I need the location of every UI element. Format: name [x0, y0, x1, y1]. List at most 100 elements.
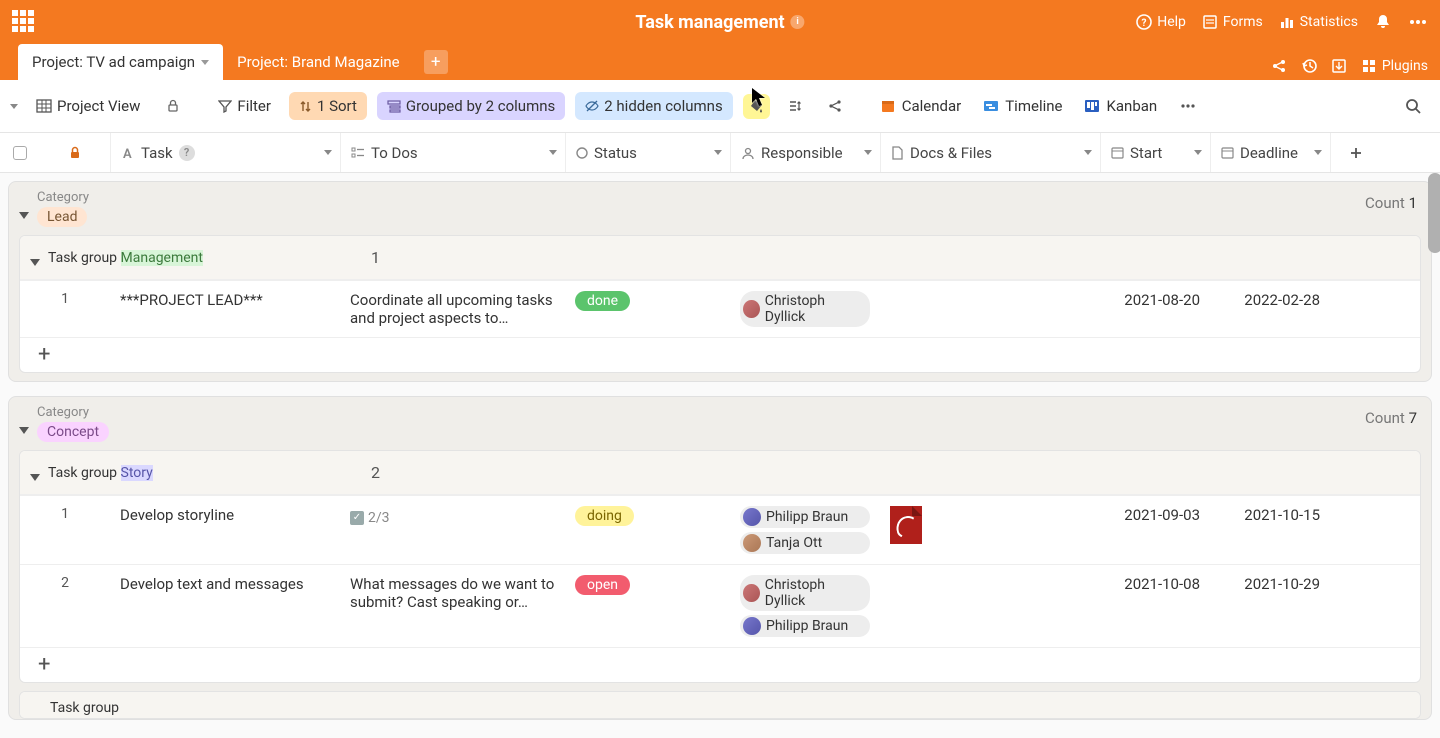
collapse-icon[interactable]: [19, 427, 29, 434]
plugins-icon: [1361, 58, 1377, 74]
table-row[interactable]: 1 ***PROJECT LEAD*** Coordinate all upco…: [20, 280, 1420, 337]
group-header-lead[interactable]: Category Lead Count 1: [9, 182, 1431, 235]
text-icon: A: [121, 146, 135, 160]
cell-start[interactable]: 2021-08-20: [1100, 287, 1210, 313]
cell-responsible[interactable]: Christoph Dyllick: [730, 287, 880, 331]
cell-todo[interactable]: ✓2/3: [340, 502, 565, 530]
subgroup-header-management[interactable]: Task group Management 1: [20, 236, 1420, 280]
cell-task[interactable]: Develop text and messages: [110, 571, 340, 597]
column-responsible[interactable]: Responsible: [730, 133, 880, 172]
collapse-icon[interactable]: [19, 212, 29, 219]
cell-docs[interactable]: [880, 571, 1100, 579]
share-view-button[interactable]: [820, 95, 850, 117]
more-icon[interactable]: [1408, 13, 1428, 31]
group-header-concept[interactable]: Category Concept Count 7: [9, 397, 1431, 450]
info-icon[interactable]: i: [791, 15, 805, 29]
search-button[interactable]: [1396, 93, 1430, 119]
cell-task[interactable]: ***PROJECT LEAD***: [110, 287, 340, 313]
forms-link[interactable]: Forms: [1202, 14, 1263, 30]
cell-deadline[interactable]: 2022-02-28: [1210, 287, 1330, 313]
statistics-link[interactable]: Statistics: [1279, 14, 1358, 30]
category-chip-concept: Concept: [37, 422, 109, 442]
share-icon[interactable]: [1271, 58, 1287, 74]
sort-pill[interactable]: 1 Sort: [289, 92, 367, 120]
subgroup-header-partial[interactable]: Task group: [20, 692, 1420, 718]
filter-button[interactable]: Filter: [210, 93, 279, 119]
statistics-icon: [1279, 14, 1295, 30]
subgroup-header-story[interactable]: Task group Story 2: [20, 451, 1420, 495]
help-link[interactable]: ? Help: [1136, 14, 1186, 30]
avatar: [743, 584, 760, 602]
collapse-icon[interactable]: [30, 474, 40, 481]
lock-column-icon[interactable]: [40, 146, 110, 160]
notifications-icon[interactable]: [1374, 13, 1392, 31]
add-row-button[interactable]: +: [20, 647, 1420, 682]
category-label: Category: [37, 405, 109, 420]
person-chip: Philipp Braun: [740, 615, 870, 637]
file-icon: [891, 146, 904, 160]
cell-start[interactable]: 2021-09-03: [1100, 502, 1210, 528]
avatar: [743, 300, 760, 318]
project-view-button[interactable]: Project View: [28, 93, 148, 119]
person-chip: Tanja Ott: [740, 532, 870, 554]
subgroup-count: 2: [371, 463, 380, 482]
calendar-view-link[interactable]: Calendar: [880, 97, 962, 115]
group-count: Count 1: [1365, 194, 1417, 212]
subgroup-count: 1: [371, 248, 380, 267]
cell-status[interactable]: done: [565, 287, 730, 315]
scrollbar-thumb[interactable]: [1428, 173, 1440, 253]
cell-status[interactable]: open: [565, 571, 730, 599]
tab-project-tv-ad[interactable]: Project: TV ad campaign: [18, 44, 223, 80]
chevron-down-icon: [714, 150, 722, 155]
paint-bucket-button[interactable]: [743, 94, 770, 119]
add-column-button[interactable]: [1330, 133, 1380, 172]
avatar: [743, 534, 761, 552]
cell-deadline[interactable]: 2021-10-29: [1210, 571, 1330, 597]
kanban-view-link[interactable]: Kanban: [1084, 97, 1157, 115]
select-all-checkbox[interactable]: [0, 146, 40, 160]
cell-todo[interactable]: What messages do we want to submit? Cast…: [340, 571, 565, 615]
row-height-button[interactable]: [780, 95, 810, 117]
column-status[interactable]: Status: [565, 133, 730, 172]
group-icon: [387, 99, 401, 113]
cell-status[interactable]: doing: [565, 502, 730, 530]
category-label: Category: [37, 190, 89, 205]
column-start[interactable]: Start: [1100, 133, 1210, 172]
column-todos[interactable]: To Dos: [340, 133, 565, 172]
grouped-pill[interactable]: Grouped by 2 columns: [377, 92, 565, 120]
column-docs[interactable]: Docs & Files: [880, 133, 1100, 172]
circle-icon: [576, 147, 588, 159]
filter-icon: [218, 99, 232, 113]
cell-deadline[interactable]: 2021-10-15: [1210, 502, 1330, 528]
cell-task[interactable]: Develop storyline: [110, 502, 340, 528]
avatar: [743, 617, 761, 635]
view-dropdown-icon[interactable]: [10, 104, 18, 109]
pdf-file-icon[interactable]: [890, 506, 922, 544]
export-icon[interactable]: [1331, 58, 1347, 74]
more-horizontal-icon: [1179, 98, 1197, 114]
cell-docs[interactable]: [880, 502, 1100, 552]
collapse-icon[interactable]: [30, 259, 40, 266]
cell-docs[interactable]: [880, 287, 1100, 295]
cell-todo[interactable]: Coordinate all upcoming tasks and projec…: [340, 287, 565, 331]
taskgroup-chip-management: Management: [121, 250, 203, 266]
table-row[interactable]: 1 Develop storyline ✓2/3 doing Philipp B…: [20, 495, 1420, 564]
cell-responsible[interactable]: Christoph Dyllick Philipp Braun: [730, 571, 880, 641]
column-task[interactable]: A Task ?: [110, 133, 340, 172]
cell-responsible[interactable]: Philipp Braun Tanja Ott: [730, 502, 880, 558]
plugins-link[interactable]: Plugins: [1361, 58, 1428, 74]
hidden-columns-pill[interactable]: 2 hidden columns: [575, 92, 732, 120]
help-icon: ?: [179, 145, 195, 161]
toolbar-more-button[interactable]: [1179, 98, 1197, 114]
add-row-button[interactable]: +: [20, 337, 1420, 372]
history-icon[interactable]: [1301, 58, 1317, 74]
add-tab-button[interactable]: +: [424, 50, 448, 74]
cell-start[interactable]: 2021-10-08: [1100, 571, 1210, 597]
apps-grid-icon[interactable]: [12, 10, 36, 34]
table-row[interactable]: 2 Develop text and messages What message…: [20, 564, 1420, 647]
view-lock-icon[interactable]: [158, 95, 188, 117]
taskgroup-label: Task group: [50, 700, 119, 716]
tab-project-brand-magazine[interactable]: Project: Brand Magazine: [223, 44, 414, 80]
timeline-view-link[interactable]: Timeline: [983, 97, 1062, 115]
column-deadline[interactable]: Deadline: [1210, 133, 1330, 172]
